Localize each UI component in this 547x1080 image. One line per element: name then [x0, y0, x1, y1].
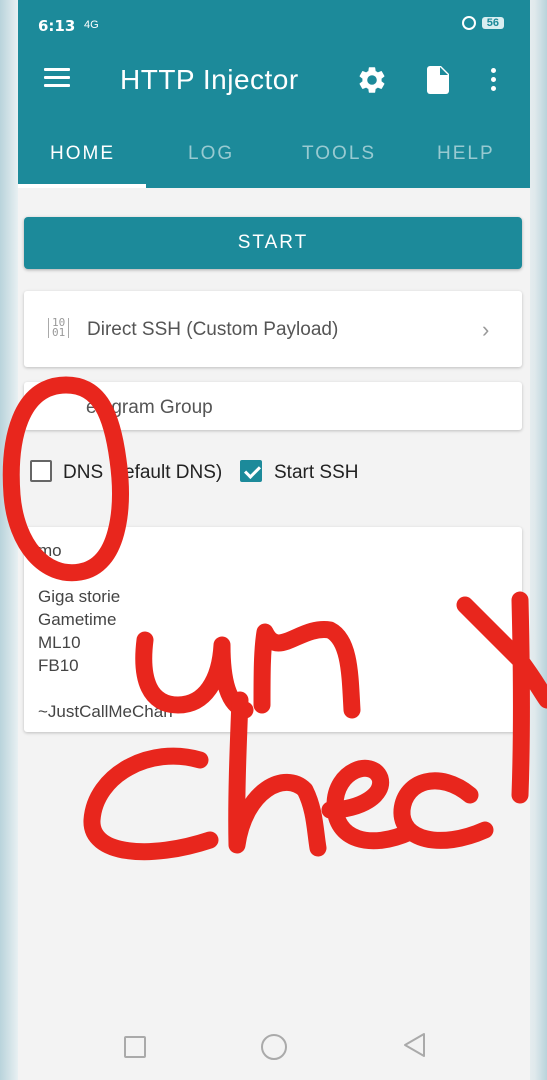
tab-home[interactable]: HOME	[50, 143, 115, 165]
status-bar: 6:13 4G 56	[18, 0, 530, 40]
home-circle-icon[interactable]	[261, 1034, 287, 1060]
phone-screen: 6:13 4G 56 HTTP Injector HOME LOG TOOLS …	[18, 0, 530, 1080]
battery-icon: 56	[481, 17, 504, 29]
start-ssh-label: Start SSH	[274, 462, 359, 483]
system-nav-bar	[18, 1010, 530, 1080]
telegram-group-link[interactable]: elegram Group	[24, 382, 522, 430]
telegram-label: elegram Group	[86, 397, 213, 418]
notes-line: Gametime	[38, 610, 117, 629]
connection-mode-selector[interactable]: 10 01 Direct SSH (Custom Payload) ›	[24, 291, 522, 367]
notes-body: Giga storie Gametime ML10 FB10 ~JustCall…	[38, 585, 173, 723]
notes-line: ML10	[38, 633, 81, 652]
tab-help[interactable]: HELP	[437, 143, 495, 165]
status-time: 6:13	[38, 17, 76, 35]
chevron-right-icon: ›	[482, 317, 490, 342]
notes-header: mo	[38, 541, 62, 560]
tab-indicator	[18, 184, 146, 188]
start-button[interactable]: START	[24, 217, 522, 269]
more-vert-icon[interactable]	[491, 68, 497, 94]
notes-line: FB10	[38, 656, 79, 675]
gear-icon[interactable]	[356, 64, 388, 96]
app-bar: HTTP Injector HOME LOG TOOLS HELP	[18, 40, 530, 188]
tab-log[interactable]: LOG	[188, 143, 234, 165]
signal-icon: 4G	[84, 19, 99, 31]
back-triangle-icon[interactable]	[402, 1032, 426, 1058]
tab-tools[interactable]: TOOLS	[302, 143, 376, 165]
dns-checkbox[interactable]	[30, 460, 52, 482]
file-icon[interactable]	[427, 66, 449, 94]
notes-line: Giga storie	[38, 587, 121, 606]
lock-icon	[461, 16, 476, 30]
config-notes-card: mo Giga storie Gametime ML10 FB10 ~JustC…	[24, 527, 522, 732]
dns-label-rest: efault DNS)	[124, 462, 223, 483]
dns-label: DNS	[63, 462, 104, 483]
app-title: HTTP Injector	[120, 64, 299, 95]
notes-line: ~JustCallMeChan	[38, 702, 173, 721]
recents-icon[interactable]	[124, 1036, 146, 1058]
start-ssh-checkbox[interactable]	[240, 460, 262, 482]
hamburger-menu-icon[interactable]	[44, 68, 70, 88]
mode-label: Direct SSH (Custom Payload)	[87, 319, 339, 340]
binary-icon: 10 01	[48, 317, 70, 338]
